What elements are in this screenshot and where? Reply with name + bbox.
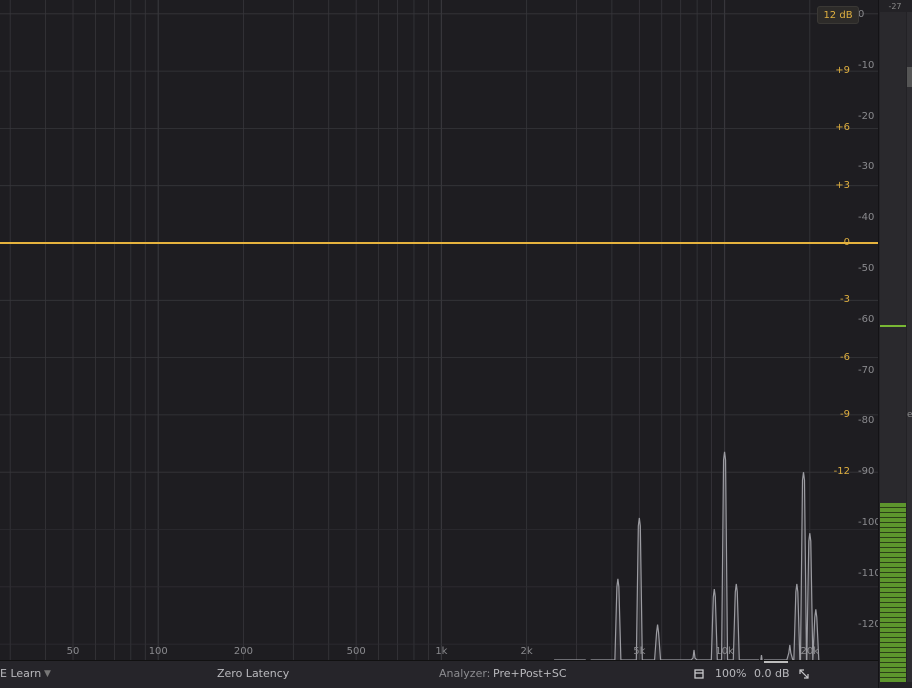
- meter-level-fill: [880, 502, 906, 682]
- frequency-label: 200: [233, 646, 254, 657]
- eq-display[interactable]: +9 +6 +3 0 -3 -6 -9 -12 0 -10 -20 -30 -40 -50 -60 -70 -…: [0, 0, 878, 660]
- output-meter: -27 er: [878, 0, 912, 688]
- bypass-icon[interactable]: [693, 668, 705, 680]
- spectrum-scale-label: -30: [858, 161, 875, 173]
- learn-button[interactable]: E Learn: [0, 667, 41, 681]
- spectrum-scale-label: -80: [858, 415, 875, 427]
- spectrum-scale-label: -10: [858, 59, 875, 71]
- gain-scale-label: 0: [843, 237, 850, 248]
- frequency-label: 500: [346, 646, 366, 657]
- gain-scale-label: +3: [835, 179, 850, 191]
- meter-peak-indicator: [880, 324, 906, 327]
- meter-scrollbar[interactable]: [907, 12, 912, 682]
- frequency-label: 1k: [435, 646, 448, 657]
- spectrum-scale-label: 0: [858, 9, 865, 20]
- frequency-label: 100: [148, 646, 168, 657]
- frequency-label: 50: [66, 646, 80, 657]
- spectrum-scale-label: -60: [858, 313, 875, 325]
- meter-scroll-thumb[interactable]: [907, 67, 912, 87]
- gain-scale-label: -9: [840, 408, 850, 420]
- learn-dropdown-icon[interactable]: ▼: [44, 667, 51, 681]
- meter-side-label: er: [907, 410, 912, 420]
- spectrum-scale-label: -90: [858, 466, 875, 478]
- gain-scale-label: -3: [840, 294, 850, 306]
- expand-icon[interactable]: [797, 667, 811, 681]
- frequency-label: 5k: [633, 646, 646, 657]
- gain-scale-label: -6: [840, 351, 850, 363]
- gain-scale-label: +6: [835, 122, 850, 134]
- spectrum-scale-label: -50: [858, 263, 875, 274]
- output-gain[interactable]: 0.0 dB: [754, 667, 790, 681]
- eq-graph[interactable]: [0, 0, 878, 660]
- display-range-button[interactable]: 12 dB: [817, 6, 859, 24]
- output-gain-slider-indicator: [764, 661, 788, 663]
- frequency-label: 20k: [800, 646, 820, 657]
- latency-mode-button[interactable]: Zero Latency: [217, 667, 289, 681]
- spectrum-scale-label: -20: [858, 110, 875, 122]
- frequency-label: 10k: [715, 646, 734, 657]
- gain-scale-label: +9: [835, 65, 850, 77]
- spectrum-scale-label: -40: [858, 212, 875, 224]
- analyzer-mode-button[interactable]: Pre+Post+SC: [493, 667, 567, 681]
- zoom-level[interactable]: 100%: [715, 667, 746, 681]
- meter-top-label: -27: [888, 2, 902, 11]
- spectrum-scale-label: -110: [858, 567, 878, 579]
- spectrum-analyzer: [554, 451, 820, 660]
- spectrum-scale-label: -70: [858, 364, 875, 376]
- analyzer-label: Analyzer:: [439, 667, 491, 680]
- bottom-bar: E Learn ▼ Zero Latency Analyzer: Pre+Pos…: [0, 660, 878, 688]
- spectrum-scale-label: -120: [858, 618, 878, 630]
- frequency-label: 2k: [520, 646, 533, 657]
- spectrum-scale-label: -100: [858, 517, 878, 528]
- gain-scale-label: -12: [833, 466, 850, 478]
